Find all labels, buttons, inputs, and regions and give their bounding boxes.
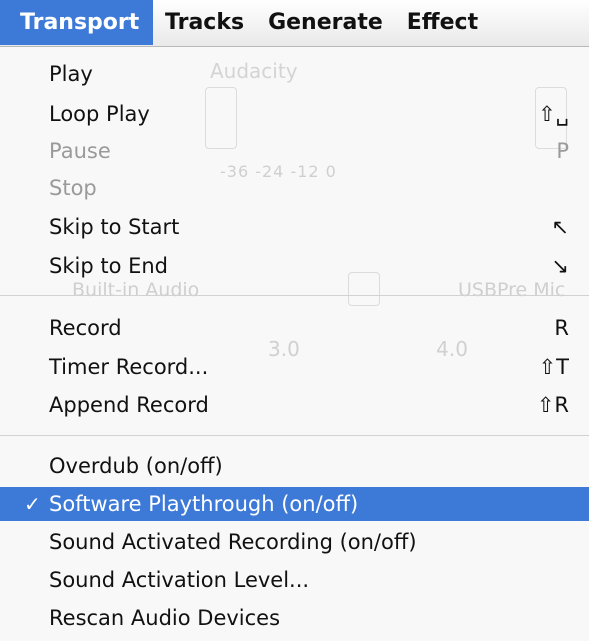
menu-item-label: Timer Record... bbox=[49, 355, 209, 379]
menu-item-skip-to-start[interactable]: Skip to Start ↖ bbox=[0, 210, 589, 244]
menu-item-shortcut: P bbox=[556, 139, 569, 163]
menu-effect[interactable]: Effect bbox=[395, 0, 490, 45]
menu-generate[interactable]: Generate bbox=[256, 0, 395, 45]
menu-tracks[interactable]: Tracks bbox=[153, 0, 256, 45]
menu-item-label: Record bbox=[49, 316, 122, 340]
menu-item-label: Sound Activation Level... bbox=[49, 568, 310, 592]
menu-item-label: Append Record bbox=[49, 393, 209, 417]
menu-item-label: Skip to Start bbox=[49, 215, 180, 239]
menu-item-label: Loop Play bbox=[49, 102, 150, 126]
checkmark-icon: ✓ bbox=[24, 492, 41, 516]
menu-item-label: Rescan Audio Devices bbox=[49, 606, 281, 630]
menu-bar: Transport Tracks Generate Effect bbox=[0, 0, 589, 47]
menu-item-append-record[interactable]: Append Record ⇧R bbox=[0, 388, 589, 422]
menu-item-pause: Pause P bbox=[0, 134, 589, 168]
menu-item-shortcut: ⇧␣ bbox=[538, 102, 569, 126]
menu-item-rescan-audio-devices[interactable]: Rescan Audio Devices bbox=[0, 601, 589, 635]
menu-separator bbox=[0, 295, 589, 296]
menu-item-label: Pause bbox=[49, 139, 111, 163]
menu-item-sound-activated-recording[interactable]: Sound Activated Recording (on/off) bbox=[0, 525, 589, 559]
menu-item-loop-play[interactable]: Loop Play ⇧␣ bbox=[0, 97, 589, 131]
menu-item-overdub[interactable]: Overdub (on/off) bbox=[0, 449, 589, 483]
menu-item-software-playthrough[interactable]: ✓ Software Playthrough (on/off) bbox=[0, 487, 589, 521]
menu-item-label: Stop bbox=[49, 176, 97, 200]
menu-separator bbox=[0, 435, 589, 436]
menu-item-label: Skip to End bbox=[49, 254, 168, 278]
menu-item-label: Overdub (on/off) bbox=[49, 454, 223, 478]
menu-item-label: Software Playthrough (on/off) bbox=[49, 492, 359, 516]
menu-item-label: Play bbox=[49, 62, 93, 86]
menu-item-play[interactable]: Play bbox=[0, 57, 589, 91]
menu-item-shortcut: ⇧R bbox=[536, 393, 569, 417]
menu-item-record[interactable]: Record R bbox=[0, 311, 589, 345]
menu-item-shortcut: R bbox=[554, 316, 569, 340]
menu-item-skip-to-end[interactable]: Skip to End ↘ bbox=[0, 249, 589, 283]
menu-item-sound-activation-level[interactable]: Sound Activation Level... bbox=[0, 563, 589, 597]
menu-item-timer-record[interactable]: Timer Record... ⇧T bbox=[0, 350, 589, 384]
menu-item-shortcut: ↘ bbox=[551, 254, 569, 278]
menu-transport[interactable]: Transport bbox=[0, 0, 153, 45]
transport-dropdown-menu: Audacity -36 -24 -12 0 Built-in Audio US… bbox=[0, 47, 589, 641]
menu-item-shortcut: ↖ bbox=[551, 215, 569, 239]
menu-item-label: Sound Activated Recording (on/off) bbox=[49, 530, 417, 554]
menu-item-stop: Stop bbox=[0, 171, 589, 205]
menu-item-shortcut: ⇧T bbox=[538, 355, 569, 379]
